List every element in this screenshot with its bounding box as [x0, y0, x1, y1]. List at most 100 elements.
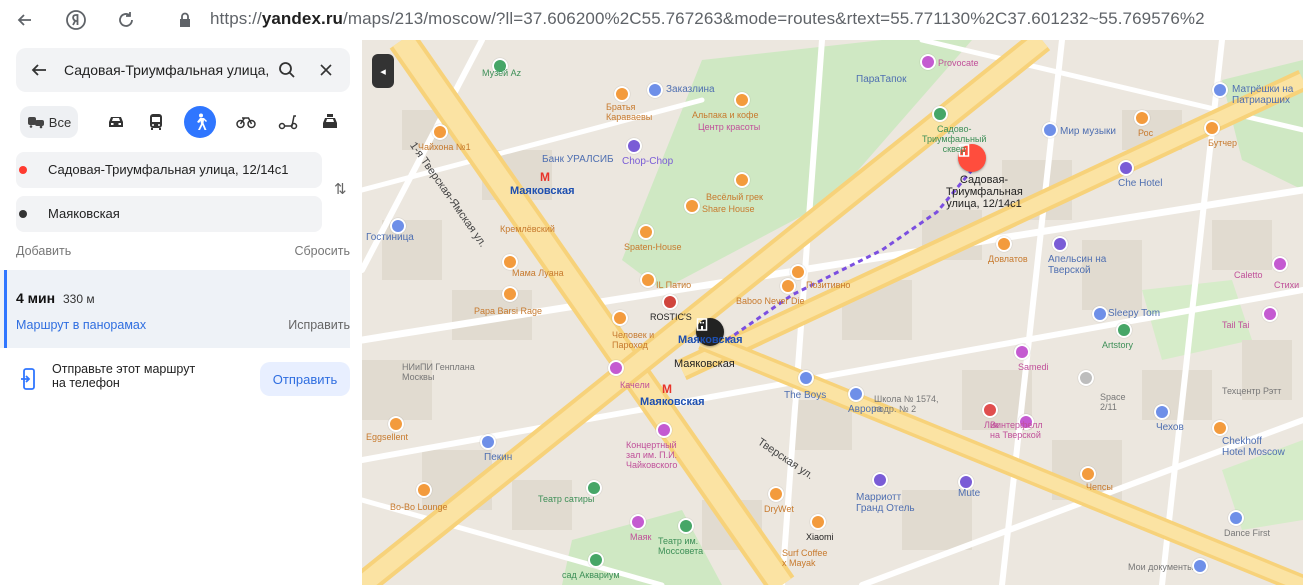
add-point-link[interactable]: Добавить — [16, 244, 71, 258]
poi-label: Качели — [620, 380, 650, 390]
poi-icon[interactable] — [1116, 322, 1132, 338]
search-icon[interactable] — [278, 61, 296, 79]
poi-label: Share House — [702, 204, 755, 214]
poi-icon[interactable] — [790, 264, 806, 280]
poi-icon[interactable] — [630, 514, 646, 530]
mode-transit-button[interactable] — [140, 106, 172, 138]
poi-icon[interactable] — [872, 472, 888, 488]
reload-icon[interactable] — [113, 7, 139, 33]
poi-icon[interactable] — [996, 236, 1012, 252]
poi-icon[interactable] — [1204, 120, 1220, 136]
poi-label: Кремлёвский — [500, 224, 555, 234]
poi-icon[interactable] — [614, 86, 630, 102]
poi-label: Заказлина — [666, 84, 715, 95]
fix-route-link[interactable]: Исправить — [288, 318, 350, 332]
poi-label: Mute — [958, 488, 981, 499]
poi-icon[interactable] — [626, 138, 642, 154]
route-point-to[interactable]: Маяковская — [16, 196, 322, 232]
poi-label: Концертный зал им. П.И. Чайковского — [626, 440, 678, 470]
poi-label: Довлатов — [988, 254, 1028, 264]
route-actions: Добавить Сбросить — [16, 244, 350, 258]
mode-scooter-button[interactable] — [272, 106, 304, 138]
poi-icon[interactable] — [920, 54, 936, 70]
poi-label: Чепсы — [1086, 482, 1113, 492]
back-arrow-icon[interactable] — [30, 62, 48, 78]
poi-icon[interactable] — [502, 286, 518, 302]
back-arrow-icon[interactable] — [12, 7, 38, 33]
poi-icon[interactable] — [588, 552, 604, 568]
send-button[interactable]: Отправить — [260, 362, 350, 396]
poi-icon[interactable] — [734, 172, 750, 188]
poi-icon[interactable] — [1134, 110, 1150, 126]
poi-icon[interactable] — [982, 402, 998, 418]
poi-icon[interactable] — [612, 310, 628, 326]
poi-label: Мои документы — [1128, 562, 1194, 572]
map-view[interactable]: ◂ 1-я Тверская-Ямская ул. Тверская ул. С… — [362, 40, 1303, 585]
poi-icon[interactable] — [1262, 306, 1278, 322]
phone-send-icon — [21, 368, 35, 390]
close-icon[interactable] — [320, 64, 332, 76]
route-option[interactable]: 4 мин 330 м Маршрут в панорамах Исправит… — [0, 270, 350, 348]
poi-label: Музей Az — [482, 68, 522, 78]
poi-icon[interactable] — [1228, 510, 1244, 526]
collapse-panel-button[interactable]: ◂ — [372, 54, 394, 88]
lock-icon — [172, 7, 198, 33]
poi-icon[interactable] — [1192, 558, 1208, 574]
poi-icon[interactable] — [932, 106, 948, 122]
poi-icon[interactable] — [416, 482, 432, 498]
poi-label: Стихи — [1274, 280, 1300, 290]
search-input[interactable]: Садовая-Триумфальная улица, — [64, 62, 269, 78]
poi-icon[interactable] — [848, 386, 864, 402]
poi-icon[interactable] — [388, 416, 404, 432]
poi-label: Chekhoff Hotel Moscow — [1222, 436, 1285, 458]
mode-car-button[interactable] — [100, 106, 132, 138]
mode-taxi-button[interactable] — [314, 106, 346, 138]
poi-label: Альпака и кофе — [692, 110, 759, 120]
poi-icon[interactable] — [1014, 344, 1030, 360]
poi-icon[interactable] — [1078, 370, 1094, 386]
poi-icon[interactable] — [1212, 420, 1228, 436]
reset-link[interactable]: Сбросить — [294, 244, 350, 258]
poi-icon[interactable] — [1212, 82, 1228, 98]
address-bar[interactable]: https://yandex.ru/maps/213/moscow/?ll=37… — [210, 9, 1205, 29]
poi-icon[interactable] — [480, 434, 496, 450]
poi-icon[interactable] — [1272, 256, 1288, 272]
poi-icon[interactable] — [678, 518, 694, 534]
poi-icon[interactable] — [1118, 160, 1134, 176]
poi-icon[interactable] — [684, 198, 700, 214]
poi-icon[interactable] — [662, 294, 678, 310]
poi-icon[interactable] — [1042, 122, 1058, 138]
swap-points-icon[interactable]: ⇅ — [334, 180, 347, 198]
poi-label: Чайхона №1 — [418, 142, 471, 152]
route-summary: 4 мин 330 м — [16, 290, 95, 306]
poi-icon[interactable] — [432, 124, 448, 140]
poi-icon[interactable] — [768, 486, 784, 502]
poi-icon[interactable] — [734, 92, 750, 108]
metro-label: Маяковская — [640, 396, 705, 408]
poi-label: Матрёшки на Патриарших — [1232, 84, 1294, 106]
mode-bike-button[interactable] — [230, 106, 262, 138]
poi-icon[interactable] — [1154, 404, 1170, 420]
route-point-from[interactable]: Садовая-Триумфальная улица, 12/14c1 — [16, 152, 322, 188]
poi-icon[interactable] — [1052, 236, 1068, 252]
mode-walk-button[interactable] — [184, 106, 216, 138]
poi-icon[interactable] — [608, 360, 624, 376]
poi-icon[interactable] — [780, 278, 796, 294]
poi-icon[interactable] — [647, 82, 663, 98]
poi-icon[interactable] — [638, 224, 654, 240]
poi-label: Che Hotel — [1118, 178, 1163, 189]
poi-label: сад Аквариум — [562, 570, 620, 580]
poi-icon[interactable] — [810, 514, 826, 530]
panorama-route-link[interactable]: Маршрут в панорамах — [16, 318, 146, 332]
pedestrian-icon — [197, 113, 207, 130]
poi-icon[interactable] — [1080, 466, 1096, 482]
poi-icon[interactable] — [640, 272, 656, 288]
poi-icon[interactable] — [798, 370, 814, 386]
to-point-label: Маяковская — [48, 206, 120, 221]
metro-station-label: Маяковская — [674, 358, 735, 370]
mode-all-button[interactable]: Все — [20, 106, 78, 138]
search-box[interactable]: Садовая-Триумфальная улица, — [16, 48, 350, 92]
poi-icon[interactable] — [656, 422, 672, 438]
poi-icon[interactable] — [1092, 306, 1108, 322]
poi-label: Банк УРАЛСИБ — [542, 154, 614, 165]
